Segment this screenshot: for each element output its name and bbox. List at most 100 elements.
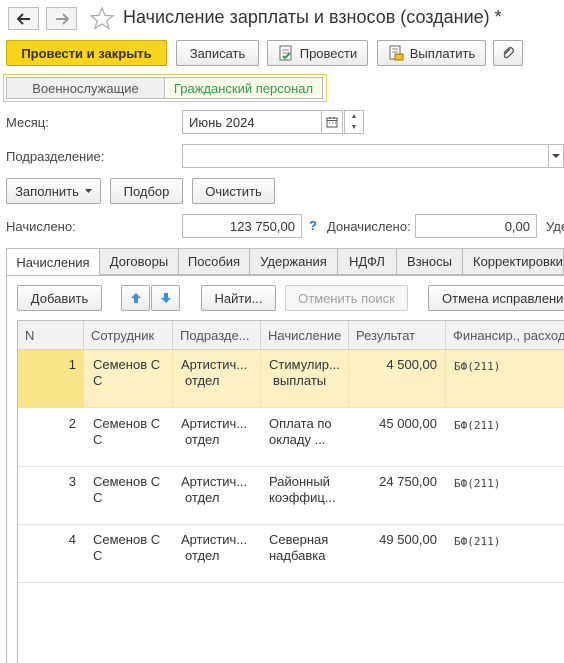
tab-corrections-label: Корректировки: [473, 254, 563, 269]
cell-finance: БФ(211): [454, 477, 501, 490]
tab-contributions[interactable]: Взносы: [396, 248, 463, 275]
cell-department-line1: Артистич...: [181, 357, 248, 372]
chevron-down-icon: [552, 154, 560, 158]
additional-field[interactable]: 0,00: [415, 214, 537, 238]
department-field[interactable]: [182, 144, 552, 168]
column-header-result[interactable]: Результат: [349, 321, 446, 350]
tab-ndfl[interactable]: НДФЛ: [337, 248, 397, 275]
back-button[interactable]: [8, 7, 39, 30]
column-header-employee[interactable]: Сотрудник: [84, 321, 173, 350]
cell-employee-line1: Семенов С: [93, 357, 161, 372]
cell-finance: БФ(211): [454, 535, 501, 548]
post-and-close-button[interactable]: Провести и закрыть: [6, 40, 167, 66]
cancel-search-button[interactable]: Отменить поиск: [285, 285, 408, 311]
department-label: Подразделение:: [6, 149, 105, 164]
accrued-value: 123 750,00: [229, 218, 295, 234]
cell-department: Артистич... отдел: [181, 474, 257, 506]
favorite-star-icon[interactable]: [89, 6, 115, 30]
column-header-department[interactable]: Подразде...: [173, 321, 261, 350]
table-row[interactable]: 4 Семенов СС Артистич... отдел Северная на…: [18, 525, 564, 583]
tab-benefits[interactable]: Пособия: [178, 248, 250, 275]
column-header-accrual[interactable]: Начисление: [261, 321, 349, 350]
table-row[interactable]: 2 Семенов СС Артистич... отдел Оплата по о…: [18, 409, 564, 467]
calendar-icon: [326, 117, 338, 128]
cell-result: 4 500,00: [386, 357, 437, 372]
cell-result: 49 500,00: [379, 532, 437, 547]
switch-military[interactable]: Военнослужащие: [6, 77, 165, 99]
cell-accrual: Районный коэффиц...: [269, 474, 345, 506]
add-row-button[interactable]: Добавить: [17, 285, 102, 311]
cell-accrual-line2: выплаты: [273, 373, 327, 388]
page-title: Начисление зарплаты и взносов (создание)…: [123, 7, 502, 27]
month-spinner[interactable]: ▲ ▼: [344, 110, 364, 134]
spinner-down-icon[interactable]: ▼: [345, 122, 363, 133]
cell-n: 1: [68, 357, 76, 372]
cell-department-line2: отдел: [185, 432, 220, 447]
tab-contracts[interactable]: Договоры: [99, 248, 179, 275]
tab-accruals[interactable]: Начисления: [6, 248, 100, 276]
cancel-fix-label: Отмена исправлений: [442, 290, 564, 306]
switch-civil-label: Гражданский персонал: [173, 80, 314, 96]
month-field[interactable]: Июнь 2024: [182, 110, 322, 134]
fill-label: Заполнить: [15, 183, 79, 199]
cell-result: 24 750,00: [379, 474, 437, 489]
arrow-right-icon: [55, 12, 69, 25]
cell-employee: Семенов СС: [93, 474, 171, 506]
arrow-up-icon: [130, 293, 141, 303]
chevron-down-icon: [84, 188, 92, 193]
save-label: Записать: [189, 45, 246, 61]
select-label: Подбор: [123, 183, 170, 199]
department-dropdown-button[interactable]: [548, 144, 564, 168]
cell-employee-line2: С: [93, 373, 103, 388]
select-button[interactable]: Подбор: [110, 178, 183, 204]
cell-employee: Семенов СС: [93, 532, 171, 564]
calendar-button[interactable]: [321, 110, 343, 134]
fill-button[interactable]: Заполнить: [6, 178, 101, 204]
clear-button[interactable]: Очистить: [192, 178, 275, 204]
cell-department: Артистич... отдел: [181, 357, 257, 389]
save-button[interactable]: Записать: [176, 40, 259, 66]
cell-accrual-line1: Стимулир...: [269, 357, 340, 372]
table-row[interactable]: 1 Семенов СС Артистич... отдел Стимулир..…: [18, 350, 564, 408]
cell-department: Артистич... отдел: [181, 532, 257, 564]
cell-result: 45 000,00: [379, 416, 437, 431]
cell-accrual: Северная надбавка: [269, 532, 345, 564]
cell-n: 3: [68, 474, 76, 489]
tab-divider: [6, 275, 564, 276]
move-down-button[interactable]: [151, 285, 180, 311]
cell-employee-line1: Семенов С: [93, 474, 161, 489]
tab-deductions[interactable]: Удержания: [249, 248, 338, 275]
month-label: Месяц:: [6, 115, 49, 130]
spinner-up-icon[interactable]: ▲: [345, 111, 363, 122]
post-button[interactable]: Провести: [267, 40, 368, 66]
tab-deductions-label: Удержания: [260, 254, 327, 269]
paperclip-icon: [503, 47, 514, 59]
move-up-button[interactable]: [121, 285, 150, 311]
accrued-field[interactable]: 123 750,00: [182, 214, 302, 238]
tab-accruals-label: Начисления: [16, 254, 90, 270]
column-header-n[interactable]: N: [18, 321, 84, 350]
table-header: N Сотрудник Подразде... Начисление Резул…: [18, 321, 564, 350]
pay-button[interactable]: Выплатить: [377, 40, 486, 66]
cell-accrual-line2: надбавка: [269, 548, 326, 563]
attach-button[interactable]: [493, 40, 523, 66]
tab-contracts-label: Договоры: [109, 254, 169, 269]
table-row[interactable]: 3 Семенов СС Артистич... отдел Районный ко…: [18, 467, 564, 525]
cell-finance: БФ(211): [454, 419, 501, 432]
switch-civil[interactable]: Гражданский персонал: [164, 77, 323, 99]
help-icon[interactable]: ?: [309, 218, 317, 233]
cell-accrual-line2: окладу ...: [269, 432, 326, 447]
additional-label: Доначислено:: [327, 219, 411, 234]
column-header-finance[interactable]: Финансир., расход: [446, 321, 564, 350]
clear-label: Очистить: [205, 183, 262, 199]
find-button[interactable]: Найти...: [201, 285, 276, 311]
cancel-fix-button[interactable]: Отмена исправлений: [428, 285, 564, 311]
arrow-left-icon: [16, 12, 30, 25]
personnel-switcher: Военнослужащие Гражданский персонал: [3, 74, 327, 102]
forward-button[interactable]: [46, 7, 77, 30]
panel-border: [6, 275, 7, 663]
switch-military-label: Военнослужащие: [32, 80, 139, 96]
cell-department-line2: отдел: [185, 373, 220, 388]
tab-corrections[interactable]: Корректировки: [462, 248, 564, 275]
cell-accrual: Оплата по окладу ...: [269, 416, 345, 448]
